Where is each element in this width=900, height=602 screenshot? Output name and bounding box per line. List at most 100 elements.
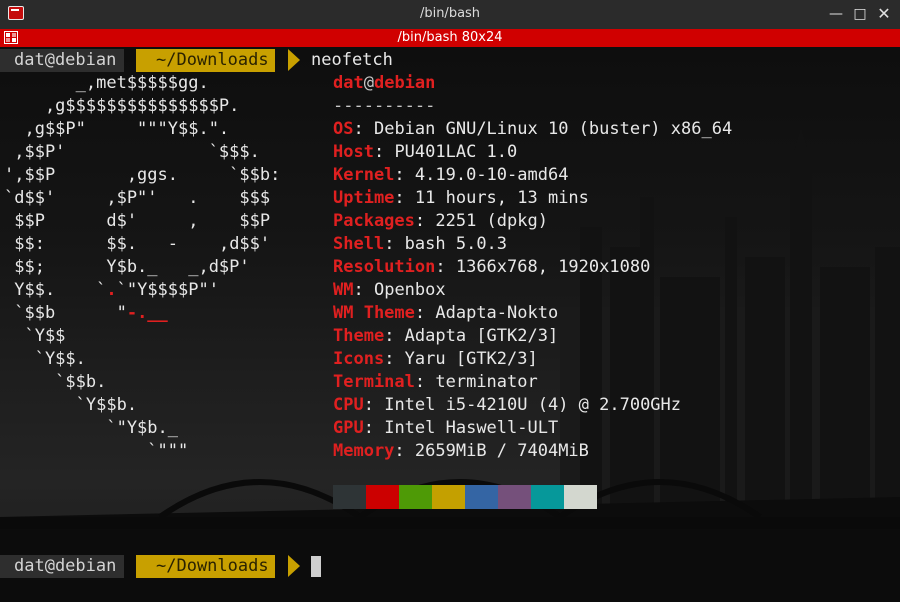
sysinfo-key: GPU [333, 418, 364, 438]
sysinfo-key: Memory [333, 441, 395, 461]
terminal-title: /bin/bash 80x24 [397, 30, 503, 45]
sysinfo-value: 2659MiB / 7404MiB [414, 441, 589, 461]
sysinfo-value: 1366x768, 1920x1080 [455, 257, 651, 277]
color-swatch [432, 485, 465, 509]
terminal-window: /bin/bash — □ ✕ /bin/bash 80x24 dat@debi… [0, 0, 900, 602]
ascii-logo-line: `$$b "-.__ [4, 303, 168, 323]
sysinfo-colon: : [414, 211, 436, 231]
sysinfo-colon: : [353, 280, 374, 300]
sysinfo-host: debian [373, 73, 436, 93]
sysinfo-key: Packages [333, 211, 415, 231]
ascii-logo-line: `"Y$b._ [4, 418, 178, 438]
sysinfo-separator: ---------- [333, 96, 436, 116]
sysinfo-value: Debian GNU/Linux 10 (buster) x86_64 [373, 119, 733, 139]
window-titlebar[interactable]: /bin/bash — □ ✕ [0, 0, 900, 29]
color-swatch [498, 485, 531, 509]
prompt-directory-segment: ~/Downloads [136, 555, 275, 578]
maximize-icon: □ [853, 6, 867, 22]
sysinfo-row: Icons: Yaru [GTK2/3] [333, 348, 538, 371]
sysinfo-value: Adapta-Nokto [435, 303, 559, 323]
sysinfo-colon: : [384, 234, 405, 254]
ascii-logo-line: ',$$P ,ggs. `$$b: [4, 165, 281, 185]
sysinfo-key: WM Theme [333, 303, 415, 323]
sysinfo-row: Theme: Adapta [GTK2/3] [333, 325, 558, 348]
sysinfo-user: dat [333, 73, 364, 93]
ascii-logo-line: _,met$$$$$gg. [4, 73, 209, 93]
minimize-button[interactable]: — [826, 4, 846, 24]
sysinfo-row: GPU: Intel Haswell-ULT [333, 417, 558, 440]
sysinfo-row: OS: Debian GNU/Linux 10 (buster) x86_64 [333, 118, 732, 141]
color-swatch [366, 485, 399, 509]
sysinfo-value: terminator [435, 372, 538, 392]
close-button[interactable]: ✕ [874, 4, 894, 24]
sysinfo-value: 4.19.0-10-amd64 [414, 165, 569, 185]
sysinfo-value: Yaru [GTK2/3] [404, 349, 538, 369]
sysinfo-colon: : [363, 395, 385, 415]
color-swatch [465, 485, 498, 509]
ascii-logo-line: `Y$$b. [4, 395, 138, 415]
ascii-logo-line: `$$b. [4, 372, 107, 392]
prompt-user-segment: dat@debian [0, 555, 125, 578]
prompt-directory-segment: ~/Downloads [136, 49, 275, 72]
ascii-logo-accent: -.__ [126, 303, 168, 323]
prompt-line-2: dat@debian ~/Downloads [0, 555, 420, 578]
sysinfo-row: Host: PU401LAC 1.0 [333, 141, 517, 164]
sysinfo-key: Uptime [333, 188, 395, 208]
sysinfo-row: Packages: 2251 (dpkg) [333, 210, 548, 233]
command-text: neofetch [311, 50, 393, 70]
sysinfo-row: Memory: 2659MiB / 7404MiB [333, 440, 589, 463]
sysinfo-colon: : [435, 257, 456, 277]
ascii-logo-line: `""" [4, 441, 189, 461]
sysinfo-header: dat@debian [333, 72, 435, 95]
sysinfo-key: CPU [333, 395, 364, 415]
sysinfo-at: @ [363, 73, 374, 93]
close-icon: ✕ [877, 4, 891, 23]
sysinfo-row: Kernel: 4.19.0-10-amd64 [333, 164, 568, 187]
ascii-logo-accent: . [106, 280, 117, 300]
color-swatch [333, 485, 366, 509]
sysinfo-value: PU401LAC 1.0 [394, 142, 518, 162]
minimize-icon: — [829, 6, 843, 22]
sysinfo-key: Theme [333, 326, 385, 346]
ascii-logo-line: $$: $$. - ,d$$' [4, 234, 271, 254]
ascii-logo-accent [158, 234, 168, 254]
sysinfo-colon: : [394, 441, 415, 461]
ascii-logo-line: `Y$$. [4, 349, 86, 369]
sysinfo-colon: : [373, 142, 395, 162]
terminal-titlebar[interactable]: /bin/bash 80x24 [0, 29, 900, 47]
sysinfo-row: Terminal: terminator [333, 371, 538, 394]
sysinfo-value: Intel Haswell-ULT [384, 418, 559, 438]
sysinfo-row: WM: Openbox [333, 279, 446, 302]
terminal-area[interactable]: dat@debian ~/Downloads neofetch _,met$$$… [0, 47, 900, 602]
sysinfo-colon: : [384, 326, 405, 346]
sysinfo-colon: : [384, 349, 405, 369]
maximize-button[interactable]: □ [850, 4, 870, 24]
sysinfo-colon: : [353, 119, 374, 139]
sysinfo-colon: : [414, 372, 436, 392]
sysinfo-colon: : [394, 188, 415, 208]
ascii-logo-line: `d$$' ,$P"' . $$$ [4, 188, 271, 208]
color-swatch [399, 485, 432, 509]
sysinfo-key: Icons [333, 349, 385, 369]
sysinfo-key: Terminal [333, 372, 415, 392]
window-title: /bin/bash [419, 6, 481, 21]
sysinfo-value: Intel i5-4210U (4) @ 2.700GHz [384, 395, 682, 415]
color-swatch [564, 485, 597, 509]
ascii-logo-line: $$; Y$b._ _,d$P' [4, 257, 250, 277]
ascii-logo-accent [178, 188, 188, 208]
sysinfo-value: Openbox [373, 280, 446, 300]
ascii-logo-accent [178, 211, 188, 231]
sysinfo-row: Uptime: 11 hours, 13 mins [333, 187, 589, 210]
ascii-logo-line: ,g$$$$$$$$$$$$$$$P. [4, 96, 240, 116]
sysinfo-key: OS [333, 119, 354, 139]
sysinfo-key: Host [333, 142, 374, 162]
sysinfo-key: Resolution [333, 257, 436, 277]
sysinfo-value: bash 5.0.3 [404, 234, 508, 254]
ascii-logo-line: `Y$$ [4, 326, 66, 346]
ascii-logo-line: $$P d$' , $$P [4, 211, 271, 231]
terminal-cursor[interactable] [311, 556, 321, 577]
sysinfo-key: WM [333, 280, 354, 300]
sysinfo-row: Resolution: 1366x768, 1920x1080 [333, 256, 650, 279]
sysinfo-colon: : [414, 303, 436, 323]
prompt-user-segment: dat@debian [0, 49, 125, 72]
